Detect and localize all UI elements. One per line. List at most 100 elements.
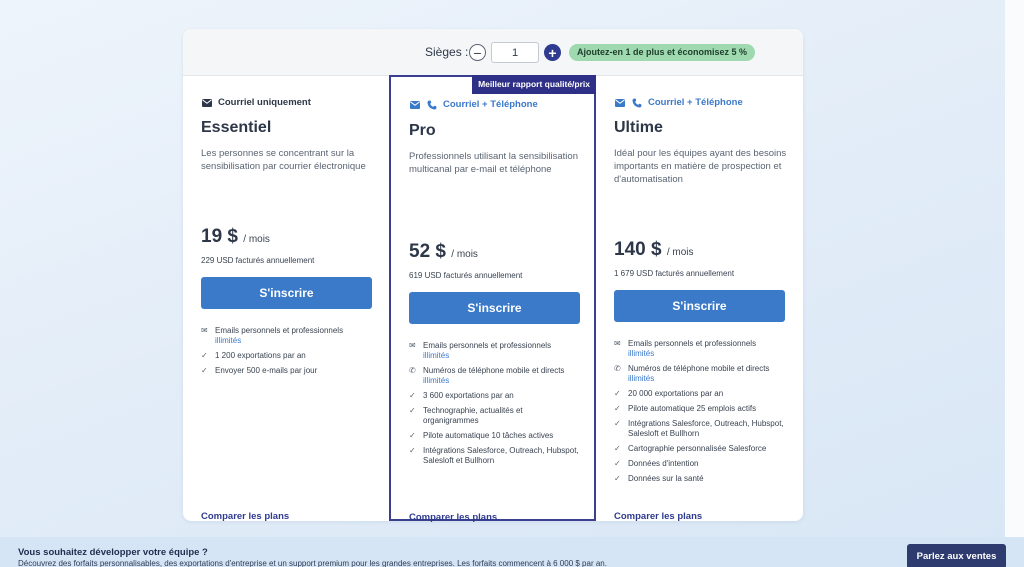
banner-subtitle: Découvrez des forfaits personnalisables,… [18, 559, 607, 567]
feature-text: Intégrations Salesforce, Outreach, Hubsp… [628, 419, 784, 438]
billed-annually: 229 USD facturés annuellement [201, 256, 315, 265]
price-amount: 140 $ [614, 239, 662, 260]
feature-highlight: illimités [628, 349, 655, 358]
plan-channel-label: Courriel + Téléphone [648, 97, 743, 108]
signup-button[interactable]: S'inscrire [409, 292, 580, 324]
envelope-icon [201, 97, 212, 108]
check-icon: ✓ [614, 459, 621, 468]
feature-text: Envoyer 500 e-mails par jour [215, 366, 318, 375]
phone-icon [631, 97, 642, 108]
price-amount: 19 $ [201, 226, 238, 247]
feature-text: Cartographie personnalisée Salesforce [628, 444, 767, 453]
feature-text: Numéros de téléphone mobile et directs [628, 364, 770, 373]
phone-icon: ✆ [409, 366, 416, 375]
plan-description: Idéal pour les équipes ayant des besoins… [614, 148, 787, 185]
banner-title: Vous souhaitez développer votre équipe ? [18, 547, 208, 558]
signup-button[interactable]: S'inscrire [614, 290, 785, 322]
plan-channel-label: Courriel uniquement [218, 97, 311, 108]
feature-item: ✓ 1 200 exportations par an [201, 351, 372, 361]
feature-text: 20 000 exportations par an [628, 389, 724, 398]
feature-item: ✓ Pilote automatique 25 emplois actifs [614, 404, 785, 414]
plan-channel: Courriel + Téléphone [409, 99, 538, 110]
feature-item: ✆ Numéros de téléphone mobile et directs… [614, 364, 785, 384]
feature-text: Données sur la santé [628, 474, 704, 483]
phone-icon: ✆ [614, 364, 621, 373]
plan-essentiel: Courriel uniquement Essentiel Les person… [183, 77, 390, 522]
enterprise-banner: Vous souhaitez développer votre équipe ?… [0, 537, 1024, 567]
increase-seats-button[interactable]: + [544, 44, 561, 61]
price-period: / mois [666, 247, 694, 258]
price-period: / mois [451, 249, 478, 260]
feature-text: Pilote automatique 25 emplois actifs [628, 404, 757, 413]
feature-text: Emails personnels et professionnels [628, 339, 757, 348]
feature-text: Données d'intention [628, 459, 699, 468]
envelope-icon [409, 99, 420, 110]
compare-plans-link[interactable]: Comparer les plans [409, 512, 497, 523]
check-icon: ✓ [614, 389, 621, 398]
feature-text: 3 600 exportations par an [423, 391, 514, 400]
feature-item: ✓ 20 000 exportations par an [614, 389, 785, 399]
feature-list: ✉ Emails personnels et professionnels ill… [409, 341, 580, 471]
check-icon: ✓ [201, 351, 208, 360]
feature-list: ✉ Emails personnels et professionnels ill… [614, 339, 785, 489]
decrease-seats-button[interactable]: − [469, 44, 486, 61]
price-period: / mois [243, 234, 270, 245]
plan-price: 52 $ / mois [409, 241, 478, 263]
feature-highlight: illimités [423, 376, 450, 385]
feature-item: ✓ Intégrations Salesforce, Outreach, Hub… [409, 446, 580, 466]
plan-price: 19 $ / mois [201, 226, 270, 248]
discount-badge: Ajoutez-en 1 de plus et économisez 5 % [569, 44, 756, 61]
plan-price: 140 $ / mois [614, 239, 694, 261]
plan-pro: Meilleur rapport qualité/prix Courriel +… [389, 75, 596, 523]
feature-text: Intégrations Salesforce, Outreach, Hubsp… [423, 446, 579, 465]
feature-text: Numéros de téléphone mobile et directs [423, 366, 565, 375]
billed-annually: 619 USD facturés annuellement [409, 271, 523, 280]
talk-to-sales-button[interactable]: Parlez aux ventes [907, 544, 1006, 567]
feature-item: ✉ Emails personnels et professionnels ill… [614, 339, 785, 359]
seat-selector-bar: Sièges : − + Ajoutez-en 1 de plus et éco… [183, 29, 803, 76]
pricing-card: Sièges : − + Ajoutez-en 1 de plus et éco… [183, 29, 803, 523]
feature-highlight: illimités [423, 351, 450, 360]
feature-item: ✓ Données d'intention [614, 459, 785, 469]
phone-icon [426, 99, 437, 110]
plan-name: Pro [409, 122, 436, 139]
plan-name: Ultime [614, 119, 663, 136]
feature-highlight: illimités [215, 336, 242, 345]
plan-description: Les personnes se concentrant sur la sens… [201, 148, 366, 172]
plan-ultime: Courriel + Téléphone Ultime Idéal pour l… [596, 77, 803, 522]
plan-channel: Courriel uniquement [201, 97, 311, 108]
price-amount: 52 $ [409, 241, 446, 262]
feature-item: ✉ Emails personnels et professionnels ill… [409, 341, 580, 361]
feature-item: ✓ 3 600 exportations par an [409, 391, 580, 401]
feature-item: ✆ Numéros de téléphone mobile et directs… [409, 366, 580, 386]
check-icon: ✓ [614, 444, 621, 453]
plan-channel: Courriel + Téléphone [614, 97, 743, 108]
check-icon: ✓ [614, 474, 621, 483]
check-icon: ✓ [409, 431, 416, 440]
plan-channel-label: Courriel + Téléphone [443, 99, 538, 110]
feature-item: ✓ Données sur la santé [614, 474, 785, 484]
plan-name: Essentiel [201, 119, 272, 136]
feature-text: 1 200 exportations par an [215, 351, 306, 360]
feature-item: ✓ Pilote automatique 10 tâches actives [409, 431, 580, 441]
envelope-icon [614, 97, 625, 108]
feature-item: ✓ Cartographie personnalisée Salesforce [614, 444, 785, 454]
feature-item: ✉ Emails personnels et professionnels ill… [201, 326, 372, 346]
compare-plans-link[interactable]: Comparer les plans [614, 511, 702, 522]
check-icon: ✓ [201, 366, 208, 375]
feature-list: ✉ Emails personnels et professionnels ill… [201, 326, 372, 381]
best-value-ribbon: Meilleur rapport qualité/prix [472, 75, 596, 94]
signup-button[interactable]: S'inscrire [201, 277, 372, 309]
envelope-icon: ✉ [614, 339, 621, 348]
feature-item: ✓ Technographie, actualités et organigra… [409, 406, 580, 426]
check-icon: ✓ [614, 419, 621, 428]
check-icon: ✓ [614, 404, 621, 413]
feature-text: Emails personnels et professionnels [215, 326, 344, 335]
seats-label: Sièges : [425, 45, 469, 59]
billed-annually: 1 679 USD facturés annuellement [614, 269, 735, 278]
feature-highlight: illimités [628, 374, 655, 383]
plan-description: Professionnels utilisant la sensibilisat… [409, 151, 578, 175]
seat-count-input[interactable] [491, 42, 539, 63]
feature-text: Pilote automatique 10 tâches actives [423, 431, 554, 440]
compare-plans-link[interactable]: Comparer les plans [201, 511, 289, 522]
